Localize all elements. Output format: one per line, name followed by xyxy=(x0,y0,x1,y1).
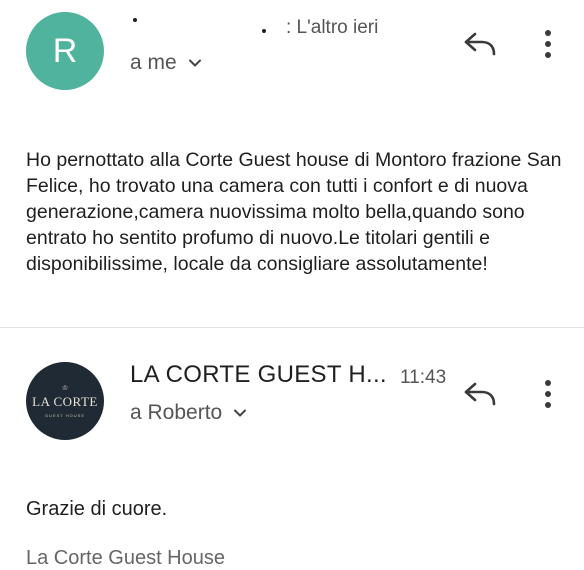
sender-avatar[interactable]: R xyxy=(26,12,104,90)
sender-avatar[interactable]: ♔ LA CORTE GUEST HOUSE xyxy=(26,362,104,440)
crown-icon: ♔ xyxy=(61,384,69,392)
redacted-name-mark xyxy=(133,18,137,22)
reply-icon xyxy=(464,382,496,406)
avatar-logo-subtext: GUEST HOUSE xyxy=(44,412,86,418)
reply-button[interactable] xyxy=(460,374,500,414)
message-divider xyxy=(0,327,584,328)
signature-line: La Corte Guest House xyxy=(26,547,225,569)
chevron-down-icon xyxy=(188,59,201,67)
sender-name: LA CORTE GUEST H... xyxy=(130,361,387,388)
avatar-letter: R xyxy=(52,31,78,70)
more-vert-icon xyxy=(545,30,551,58)
message-body: Grazie di cuore. xyxy=(26,498,168,520)
redacted-name-mark xyxy=(262,29,266,33)
avatar-logo-text: LA CORTE xyxy=(32,393,98,409)
recipient-details-toggle[interactable]: a Roberto xyxy=(130,401,248,425)
more-options-button[interactable] xyxy=(528,374,568,414)
chevron-down-icon xyxy=(234,409,247,417)
message-time: 11:43 xyxy=(400,367,447,388)
reply-icon xyxy=(464,32,496,56)
message-date: : L'altro ieri xyxy=(286,17,379,38)
more-options-button[interactable] xyxy=(528,24,568,64)
reply-button[interactable] xyxy=(460,24,500,64)
recipient-label: a me xyxy=(130,51,177,74)
message-body: Ho pernottato alla Corte Guest house di … xyxy=(26,149,562,275)
recipient-label: a Roberto xyxy=(130,401,223,424)
recipient-details-toggle[interactable]: a me xyxy=(130,51,203,75)
more-vert-icon xyxy=(545,380,551,408)
